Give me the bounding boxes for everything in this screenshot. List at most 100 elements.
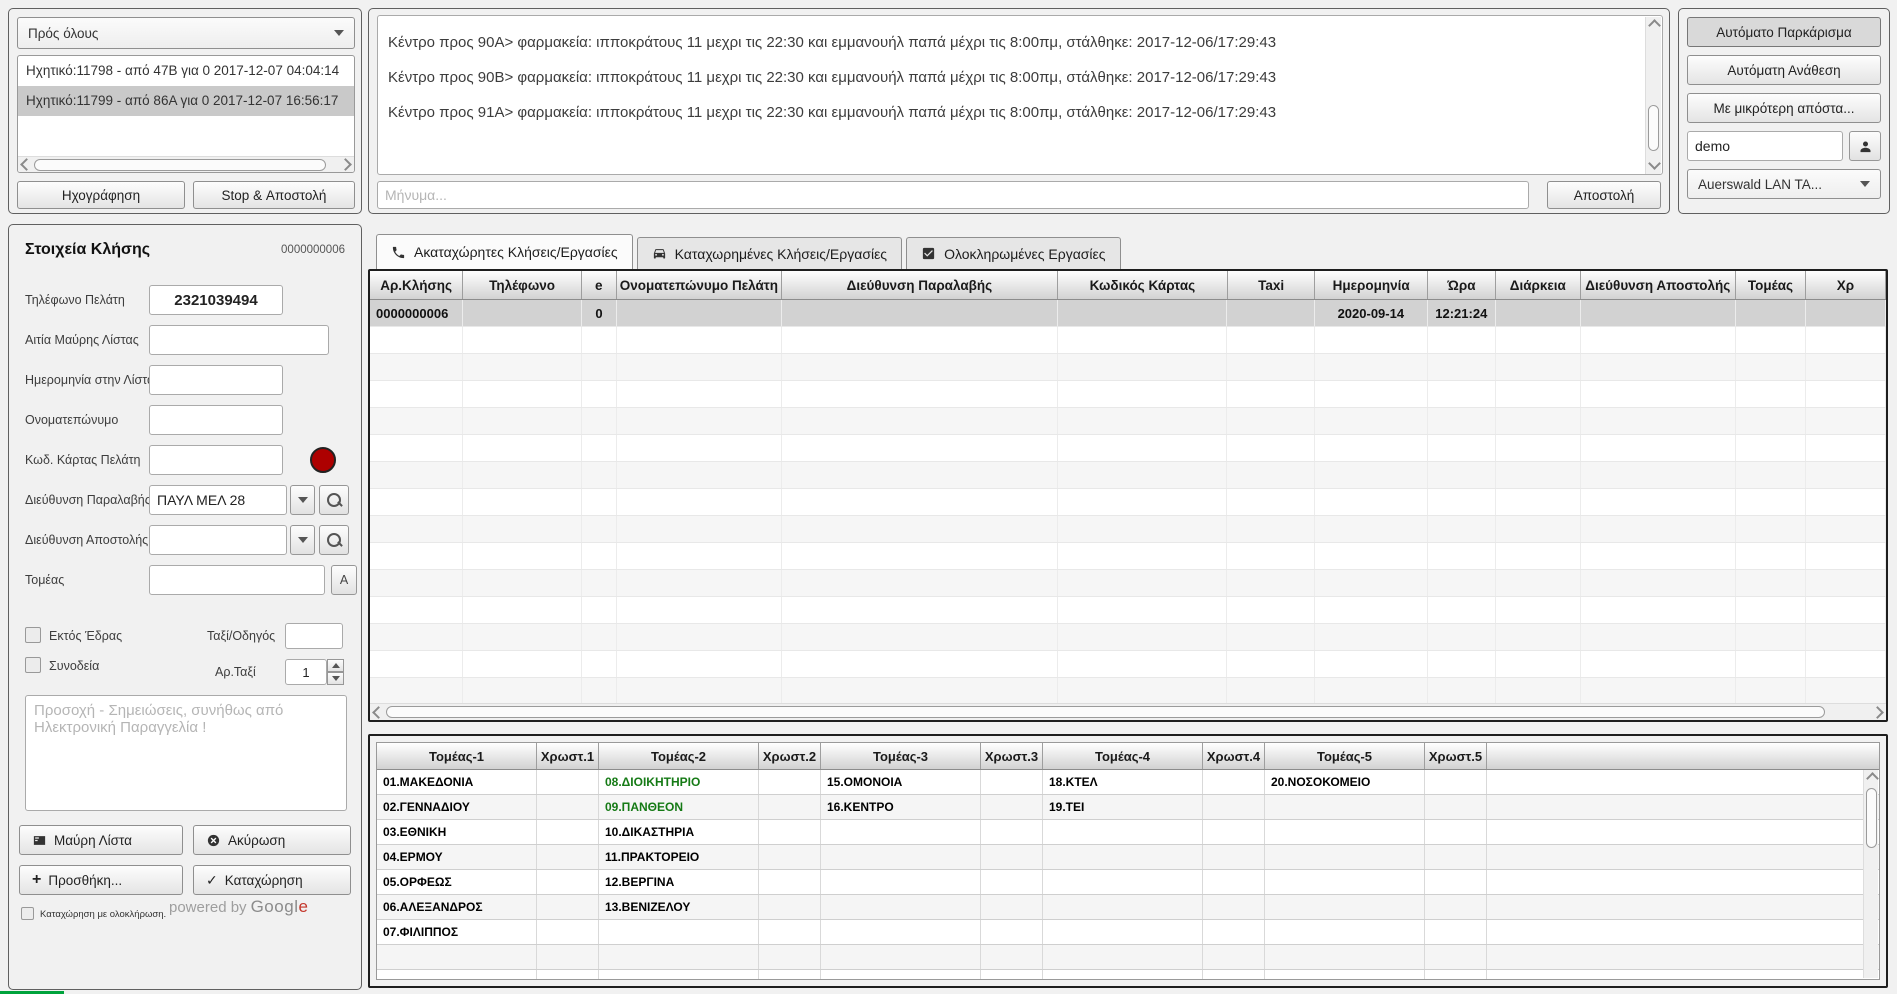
scroll-up-icon[interactable] [1648,19,1661,32]
sector-cell[interactable]: 16.ΚΕΝΤΡΟ [821,795,981,819]
column-header[interactable]: Χρωστ.2 [759,743,821,769]
customer-name-input[interactable] [149,405,283,435]
column-header[interactable]: Τομέας-1 [377,743,537,769]
table-row[interactable] [370,462,1886,489]
column-header[interactable]: Taxi [1228,271,1315,299]
tab-completed-jobs[interactable]: Ολοκληρωμένες Εργασίες [906,237,1120,269]
pickup-search-button[interactable] [319,485,349,515]
scroll-left-icon[interactable] [372,706,385,719]
sectors-row[interactable]: 04.ΕΡΜΟΥ 11.ΠΡΑΚΤΟΡΕΙΟ [377,845,1879,870]
sector-cell[interactable]: 05.ΟΡΦΕΩΣ [377,870,537,894]
taxi-number-stepper[interactable] [327,659,344,685]
taxi-number-input[interactable] [285,659,327,685]
scrollbar-thumb[interactable] [34,159,326,171]
sector-cell[interactable]: 20.ΝΟΣΟΚΟΜΕΙΟ [1265,770,1425,794]
message-list-vscrollbar[interactable] [1645,17,1661,174]
column-header[interactable]: Χρωστ.4 [1203,743,1265,769]
scroll-right-icon[interactable] [339,158,352,171]
register-button[interactable]: ✓ Καταχώρηση [193,865,351,895]
audio-list-hscrollbar[interactable] [18,156,354,172]
column-header[interactable]: Τομέας [1736,271,1806,299]
column-header[interactable]: Αρ.Κλήσης [370,271,463,299]
sector-cell[interactable]: 15.ΟΜΟΝΟΙΑ [821,770,981,794]
scrollbar-track[interactable] [386,706,1870,718]
sectors-row[interactable]: 05.ΟΡΦΕΩΣ 12.ΒΕΡΓΙΝΑ [377,870,1879,895]
sectors-vscrollbar[interactable] [1863,770,1878,978]
stepper-down-button[interactable] [327,672,344,685]
card-code-input[interactable] [149,445,283,475]
scrollbar-thumb[interactable] [386,706,1825,718]
column-header[interactable]: Χρωστ.5 [1425,743,1487,769]
scrollbar-thumb[interactable] [1648,105,1659,151]
operator-login-button[interactable] [1849,131,1881,161]
column-header[interactable]: Διεύθυνση Αποστολής [1581,271,1736,299]
sector-cell-active[interactable]: 08.ΔΙΟΙΚΗΤΗΡΙΟ [599,770,759,794]
min-distance-button[interactable]: Με μικρότερη απόστα... [1687,93,1881,123]
table-row[interactable] [370,435,1886,462]
sector-cell[interactable]: 06.ΑΛΕΞΑΝΔΡΟΣ [377,895,537,919]
column-header[interactable]: Τομέας-2 [599,743,759,769]
table-row[interactable] [370,543,1886,570]
table-row[interactable] [370,624,1886,651]
sector-cell[interactable]: 18.ΚΤΕΛ [1043,770,1203,794]
column-header[interactable]: e [582,271,617,299]
taxi-driver-input[interactable] [285,623,343,649]
recipient-select[interactable]: Πρός όλους [17,17,355,49]
list-item-selected[interactable]: Ηχητικό:11799 - από 86Α για 0 2017-12-07… [18,86,354,116]
pickup-address-input[interactable] [149,485,287,515]
selected-call-row[interactable]: 0000000006 0 2020-09-14 12:21:24 [370,300,1886,327]
table-row[interactable] [370,408,1886,435]
dropoff-search-button[interactable] [319,525,349,555]
send-button[interactable]: Αποστολή [1547,181,1661,209]
sector-input[interactable] [149,565,325,595]
column-header[interactable]: Χρ [1806,271,1886,299]
column-header[interactable]: Χρωστ.1 [537,743,599,769]
column-header[interactable]: Ημερομηνία [1315,271,1428,299]
sectors-row[interactable]: 02.ΓΕΝΝΑΔΙΟΥ 09.ΠΑΝΘΕΟΝ 16.ΚΕΝΤΡΟ 19.ΤΕΙ [377,795,1879,820]
scroll-right-icon[interactable] [1871,706,1884,719]
table-row[interactable] [370,651,1886,678]
sectors-row[interactable]: 06.ΑΛΕΞΑΝΔΡΟΣ 13.ΒΕΝΙΖΕΛΟΥ [377,895,1879,920]
auto-assign-button[interactable]: Αυτόματη Ανάθεση [1687,55,1881,85]
pickup-dropdown-button[interactable] [290,485,315,515]
dropoff-dropdown-button[interactable] [290,525,315,555]
table-row[interactable] [370,516,1886,543]
table-row[interactable] [370,489,1886,516]
column-header[interactable]: Ώρα [1428,271,1496,299]
column-header[interactable]: Χρωστ.3 [981,743,1043,769]
sectors-row[interactable]: 07.ΦΙΛΙΠΠΟΣ [377,920,1879,945]
dropoff-address-input[interactable] [149,525,287,555]
calls-table-hscrollbar[interactable] [370,703,1886,720]
sectors-row[interactable]: 01.ΜΑΚΕΔΟΝΙΑ 08.ΔΙΟΙΚΗΤΗΡΙΟ 15.ΟΜΟΝΟΙΑ 1… [377,770,1879,795]
sector-cell[interactable]: 07.ΦΙΛΙΠΠΟΣ [377,920,537,944]
sector-cell[interactable]: 11.ΠΡΑΚΤΟΡΕΙΟ [599,845,759,869]
table-row[interactable] [370,570,1886,597]
table-row[interactable] [370,354,1886,381]
table-row[interactable] [377,945,1879,970]
pbx-select[interactable]: Auerswald LAN TA... [1687,169,1881,199]
table-row[interactable] [377,970,1879,980]
column-header[interactable]: Τομέας-3 [821,743,981,769]
sector-cell[interactable]: 03.ΕΘΝΙΚΗ [377,820,537,844]
sector-auto-button[interactable]: A [331,565,357,595]
scroll-up-icon[interactable] [1866,772,1879,785]
message-input[interactable] [377,181,1529,209]
sector-cell[interactable]: 04.ΕΡΜΟΥ [377,845,537,869]
scroll-left-icon[interactable] [20,158,33,171]
blacklist-reason-input[interactable] [149,325,329,355]
list-item[interactable]: Ηχητικό:11798 - από 47Β για 0 2017-12-07… [18,56,354,86]
sector-cell[interactable]: 13.ΒΕΝΙΖΕΛΟΥ [599,895,759,919]
column-header[interactable]: Τομέας-4 [1043,743,1203,769]
column-header[interactable]: Τομέας-5 [1265,743,1425,769]
register-complete-checkbox[interactable] [21,907,34,920]
column-header[interactable]: Κωδικός Κάρτας [1058,271,1228,299]
tab-unregistered-calls[interactable]: Ακαταχώρητες Κλήσεις/Εργασίες [376,234,633,269]
table-row[interactable] [370,327,1886,354]
sector-cell[interactable]: 19.ΤΕΙ [1043,795,1203,819]
scrollbar-thumb[interactable] [1866,788,1877,848]
list-date-input[interactable] [149,365,283,395]
phone-input[interactable] [149,285,283,315]
blacklist-button[interactable]: Μαύρη Λίστα [19,825,183,855]
out-of-base-checkbox[interactable] [25,627,41,643]
table-row[interactable] [370,597,1886,624]
